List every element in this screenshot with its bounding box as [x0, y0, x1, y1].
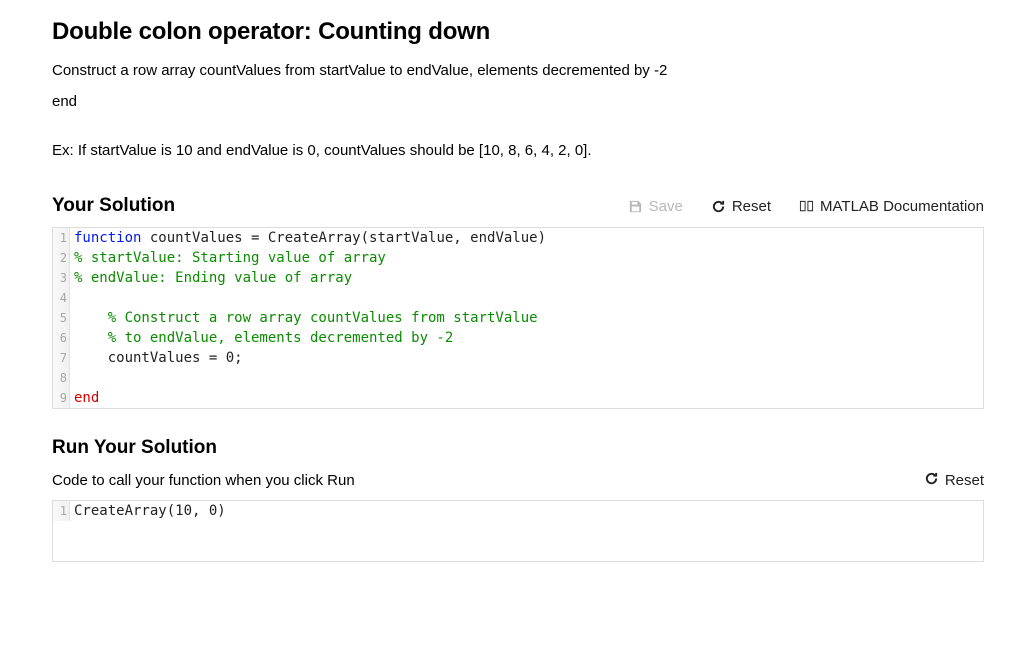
run-reset-button[interactable]: Reset — [924, 471, 984, 490]
line-number: 2 — [53, 248, 70, 268]
reset-button[interactable]: Reset — [711, 198, 771, 215]
book-icon — [799, 199, 814, 214]
code-keyword: function — [74, 230, 141, 246]
page-title: Double colon operator: Counting down — [52, 18, 984, 46]
prompt-text: Construct a row array countValues from s… — [52, 62, 984, 79]
line-number: 5 — [53, 308, 70, 328]
line-number: 4 — [53, 288, 70, 308]
line-number: 7 — [53, 348, 70, 368]
code-text: countValues = CreateArray(startValue, en… — [141, 230, 546, 246]
reset-label: Reset — [732, 198, 771, 215]
line-number: 3 — [53, 268, 70, 288]
run-subtitle: Code to call your function when you clic… — [52, 472, 355, 489]
line-number: 1 — [53, 228, 70, 248]
save-icon — [628, 199, 643, 214]
code-comment: % startValue: Starting value of array — [74, 250, 386, 266]
solution-code-editor[interactable]: 1 function countValues = CreateArray(sta… — [52, 227, 984, 409]
code-comment: % endValue: Ending value of array — [74, 270, 352, 286]
code-text: CreateArray(10, 0) — [74, 503, 226, 519]
code-comment: % to endValue, elements decremented by -… — [74, 330, 453, 346]
prompt-end: end — [52, 93, 984, 110]
line-number: 1 — [53, 501, 70, 521]
reset-icon — [711, 199, 726, 214]
code-keyword-end: end — [74, 390, 99, 406]
code-text: countValues = 0; — [74, 350, 243, 366]
reset-icon — [924, 471, 939, 490]
run-heading: Run Your Solution — [52, 437, 984, 459]
run-code-editor[interactable]: 1 CreateArray(10, 0) — [52, 500, 984, 562]
line-number: 6 — [53, 328, 70, 348]
line-number: 8 — [53, 368, 70, 388]
code-comment: % Construct a row array countValues from… — [74, 310, 538, 326]
save-button: Save — [628, 198, 683, 215]
example-text: Ex: If startValue is 10 and endValue is … — [52, 142, 984, 159]
save-label: Save — [649, 198, 683, 215]
matlab-doc-label: MATLAB Documentation — [820, 198, 984, 215]
run-reset-label: Reset — [945, 472, 984, 489]
matlab-doc-link[interactable]: MATLAB Documentation — [799, 198, 984, 215]
line-number: 9 — [53, 388, 70, 408]
your-solution-heading: Your Solution — [52, 195, 175, 217]
